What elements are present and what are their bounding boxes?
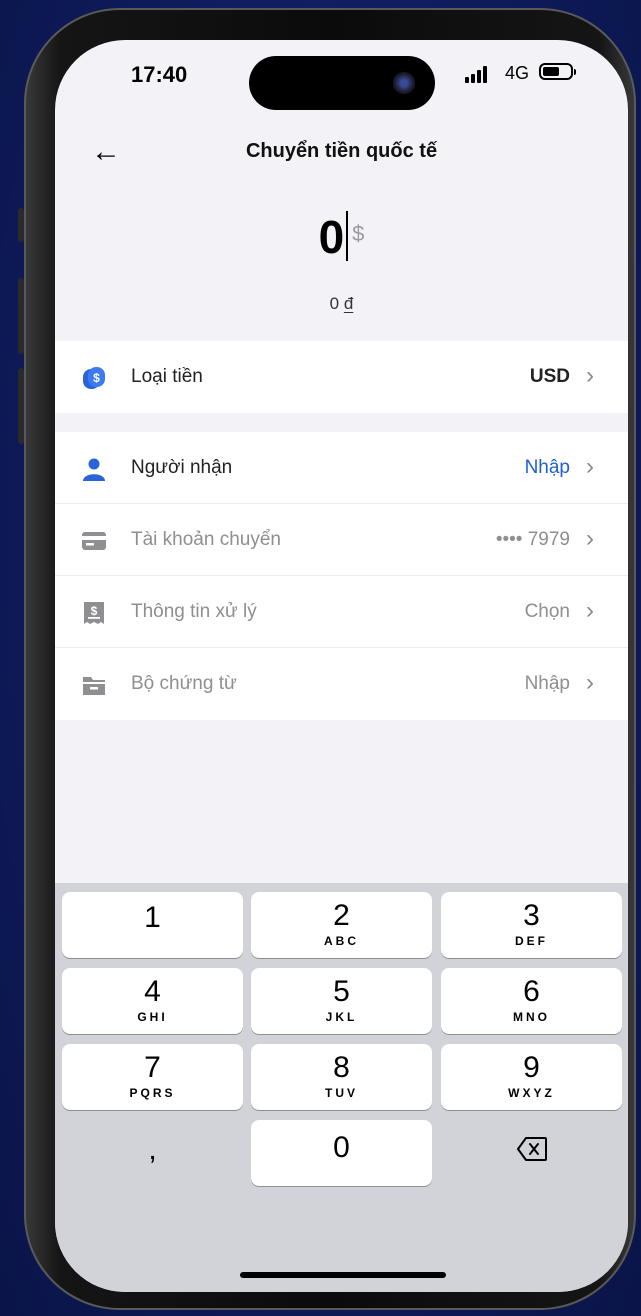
action-button xyxy=(18,208,24,242)
page-title: Chuyển tiền quốc tế xyxy=(245,140,438,162)
recipient-value: Nhập xyxy=(524,457,570,478)
dynamic-island xyxy=(249,56,435,110)
currency-label: Loại tiền xyxy=(131,366,203,387)
person-icon xyxy=(83,458,105,481)
source-account-value: •••• 7979 xyxy=(495,529,570,550)
network-type: 4G xyxy=(505,63,530,83)
key-comma[interactable]: , xyxy=(62,1120,243,1186)
currency-value: USD xyxy=(529,366,570,387)
receipt-icon: $ xyxy=(84,602,104,624)
key-0[interactable]: 0 xyxy=(251,1120,432,1186)
converted-unit: đ xyxy=(343,294,354,313)
currency-symbol: $ xyxy=(352,221,365,246)
amount-input[interactable]: 0 $ xyxy=(55,210,628,264)
source-account-label: Tài khoản chuyển xyxy=(131,529,281,550)
backspace-key[interactable] xyxy=(441,1120,622,1186)
chevron-right-icon: › xyxy=(586,525,594,552)
text-cursor xyxy=(346,211,349,261)
chevron-right-icon: › xyxy=(586,669,594,696)
key-1[interactable]: 1 xyxy=(62,892,243,958)
documents-row[interactable]: Bộ chứng từ Nhập › xyxy=(55,648,628,720)
source-account-row[interactable]: Tài khoản chuyển •••• 7979 › xyxy=(55,504,628,576)
processing-info-value: Chọn xyxy=(524,601,570,622)
key-7[interactable]: 7 PQRS xyxy=(62,1044,243,1110)
volume-up-button xyxy=(18,278,24,354)
numeric-keypad: 1 2 ABC 3 DEF 4 GHI 5 JKL 6 MNO 7 PQRS 8… xyxy=(55,883,628,1292)
currency-row[interactable]: $ Loại tiền USD › xyxy=(55,341,628,413)
key-6[interactable]: 6 MNO xyxy=(441,968,622,1034)
key-3[interactable]: 3 DEF xyxy=(441,892,622,958)
nav-header: ← Chuyển tiền quốc tế xyxy=(55,130,628,174)
camera-icon xyxy=(393,72,415,94)
key-4[interactable]: 4 GHI xyxy=(62,968,243,1034)
amount-value: 0 xyxy=(318,211,345,263)
key-8[interactable]: 8 TUV xyxy=(251,1044,432,1110)
converted-amount: 0 đ xyxy=(55,294,628,314)
converted-value: 0 xyxy=(329,294,340,313)
card-icon xyxy=(82,532,106,550)
home-indicator xyxy=(240,1272,446,1278)
recipient-row[interactable]: Người nhận Nhập › xyxy=(55,432,628,504)
key-9[interactable]: 9 WXYZ xyxy=(441,1044,622,1110)
documents-label: Bộ chứng từ xyxy=(131,673,237,694)
status-time: 17:40 xyxy=(131,62,188,87)
details-card: Người nhận Nhập › Tài khoản chuyển •••• … xyxy=(55,432,628,720)
backspace-icon xyxy=(516,1137,547,1161)
recipient-label: Người nhận xyxy=(131,457,233,478)
app-screen: 17:40 4G ← Chuyển tiền quốc tế 0$ 0 đ $ xyxy=(55,40,628,1292)
svg-text:$: $ xyxy=(91,604,98,618)
chevron-right-icon: › xyxy=(586,453,594,480)
chevron-right-icon: › xyxy=(586,362,594,389)
currency-card: $ Loại tiền USD › xyxy=(55,341,628,413)
processing-info-label: Thông tin xử lý xyxy=(131,601,257,622)
currency-icon: $ xyxy=(83,367,105,389)
documents-value: Nhập xyxy=(524,673,570,694)
volume-down-button xyxy=(18,368,24,444)
status-bar: 17:40 4G xyxy=(55,40,628,110)
chevron-right-icon: › xyxy=(586,597,594,624)
key-2[interactable]: 2 ABC xyxy=(251,892,432,958)
battery-icon xyxy=(539,63,576,80)
svg-text:$: $ xyxy=(93,371,100,385)
key-5[interactable]: 5 JKL xyxy=(251,968,432,1034)
signal-icon xyxy=(465,66,487,83)
processing-info-row[interactable]: $ Thông tin xử lý Chọn › xyxy=(55,576,628,648)
folder-icon xyxy=(83,677,105,695)
